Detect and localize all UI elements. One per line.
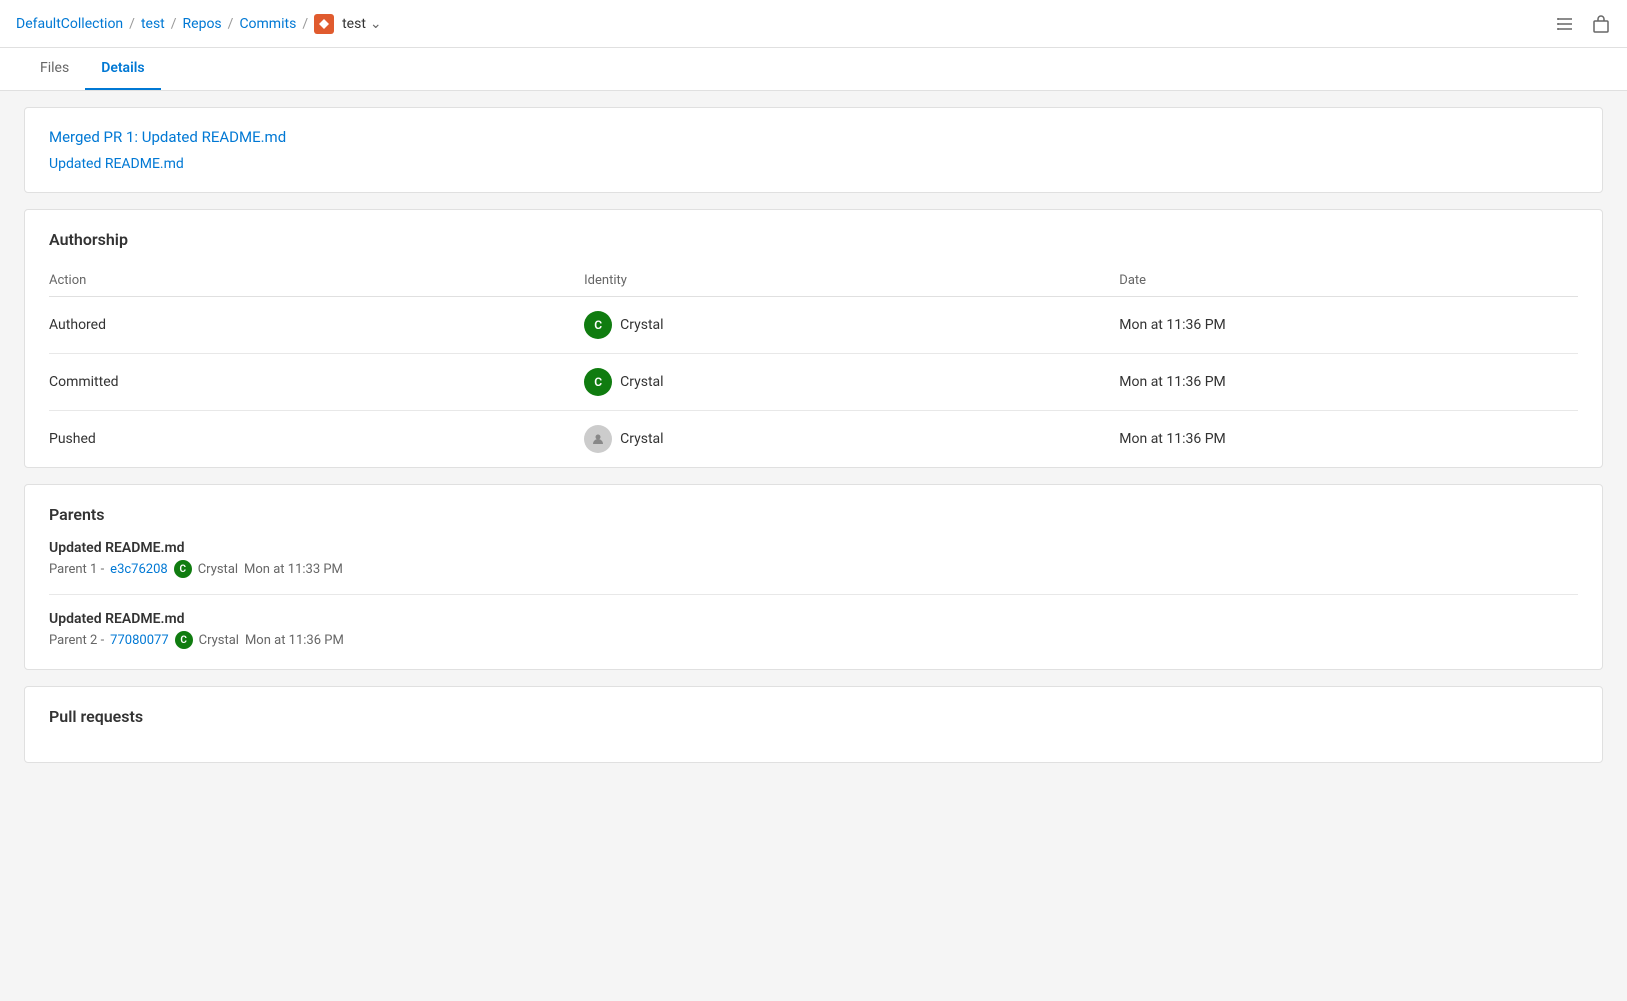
breadcrumb-repos[interactable]: Repos xyxy=(183,16,222,32)
parent-label: Parent 2 - xyxy=(49,633,104,648)
authorship-identity: Crystal xyxy=(584,411,1119,468)
parent-avatar: C xyxy=(175,631,193,649)
tab-details[interactable]: Details xyxy=(85,48,160,90)
authorship-row: AuthoredC Crystal Mon at 11:36 PM xyxy=(49,297,1578,354)
col-header-action: Action xyxy=(49,265,584,297)
parent-item: Updated README.md Parent 1 - e3c76208 C Crys… xyxy=(49,540,1578,578)
parent-meta: Parent 2 - 77080077 C Crystal Mon at 11:36 P… xyxy=(49,631,1578,649)
breadcrumb-sep-3: / xyxy=(228,16,234,32)
breadcrumb-sep-1: / xyxy=(129,16,135,32)
parents-card: Parents Updated README.md Parent 1 - e3c76… xyxy=(24,484,1603,670)
tabs-container: Files Details xyxy=(0,48,1627,91)
commit-subtitle[interactable]: Updated README.md xyxy=(49,156,1578,172)
authorship-card: Authorship Action Identity Date Authored… xyxy=(24,209,1603,468)
pull-requests-section-title: Pull requests xyxy=(49,707,1578,726)
breadcrumb: DefaultCollection / test / Repos / Commi… xyxy=(16,14,382,34)
parents-list: Updated README.md Parent 1 - e3c76208 C Crys… xyxy=(49,540,1578,649)
parent-author: Crystal xyxy=(199,633,239,648)
commit-title[interactable]: Merged PR 1: Updated README.md xyxy=(49,128,1578,146)
parent-commit-title: Updated README.md xyxy=(49,540,1578,556)
parent-meta: Parent 1 - e3c76208 C Crystal Mon at 11:33 P… xyxy=(49,560,1578,578)
breadcrumb-sep-4: / xyxy=(302,16,308,32)
list-icon[interactable] xyxy=(1555,14,1575,34)
authorship-date: Mon at 11:36 PM xyxy=(1119,411,1578,468)
shopping-bag-icon[interactable] xyxy=(1591,14,1611,34)
avatar xyxy=(584,425,612,453)
main-content: Merged PR 1: Updated README.md Updated R… xyxy=(0,91,1627,795)
parents-section-title: Parents xyxy=(49,505,1578,524)
repo-diamond-icon xyxy=(314,14,334,34)
breadcrumb-test[interactable]: test xyxy=(141,16,165,32)
identity-name: Crystal xyxy=(620,317,663,333)
authorship-date: Mon at 11:36 PM xyxy=(1119,297,1578,354)
breadcrumb-repo-name: test xyxy=(342,16,366,32)
identity-name: Crystal xyxy=(620,374,663,390)
breadcrumb-repo[interactable]: test ⌄ xyxy=(314,14,382,34)
authorship-action: Authored xyxy=(49,297,584,354)
commit-message-card: Merged PR 1: Updated README.md Updated R… xyxy=(24,107,1603,193)
parent-author: Crystal xyxy=(198,562,238,577)
identity-name: Crystal xyxy=(620,431,663,447)
authorship-section-title: Authorship xyxy=(49,230,1578,249)
breadcrumb-collection[interactable]: DefaultCollection xyxy=(16,16,123,32)
authorship-identity: C Crystal xyxy=(584,354,1119,411)
parent-commit-title: Updated README.md xyxy=(49,611,1578,627)
pull-requests-card: Pull requests xyxy=(24,686,1603,763)
nav-icons xyxy=(1555,14,1611,34)
breadcrumb-commits[interactable]: Commits xyxy=(239,16,296,32)
avatar: C xyxy=(584,311,612,339)
breadcrumb-sep-2: / xyxy=(171,16,177,32)
authorship-identity: C Crystal xyxy=(584,297,1119,354)
parent-hash[interactable]: 77080077 xyxy=(110,633,168,648)
top-nav: DefaultCollection / test / Repos / Commi… xyxy=(0,0,1627,48)
authorship-action: Committed xyxy=(49,354,584,411)
parent-date: Mon at 11:36 PM xyxy=(245,633,344,648)
parent-hash[interactable]: e3c76208 xyxy=(110,562,168,577)
col-header-identity: Identity xyxy=(584,265,1119,297)
authorship-row: CommittedC Crystal Mon at 11:36 PM xyxy=(49,354,1578,411)
parent-date: Mon at 11:33 PM xyxy=(244,562,343,577)
avatar: C xyxy=(584,368,612,396)
parent-label: Parent 1 - xyxy=(49,562,104,577)
repo-dropdown-arrow[interactable]: ⌄ xyxy=(370,16,382,32)
authorship-action: Pushed xyxy=(49,411,584,468)
parent-item: Updated README.md Parent 2 - 77080077 C Crys… xyxy=(49,594,1578,649)
tab-files[interactable]: Files xyxy=(24,48,85,90)
authorship-date: Mon at 11:36 PM xyxy=(1119,354,1578,411)
authorship-table: Action Identity Date AuthoredC Crystal Mon… xyxy=(49,265,1578,467)
authorship-row: Pushed Crystal Mon at 11:36 PM xyxy=(49,411,1578,468)
parent-avatar: C xyxy=(174,560,192,578)
col-header-date: Date xyxy=(1119,265,1578,297)
